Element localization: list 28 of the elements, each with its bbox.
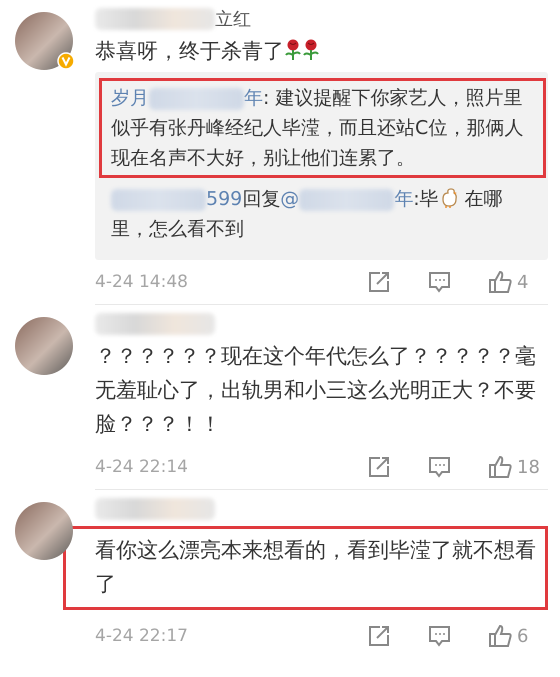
rose-icon bbox=[284, 39, 302, 61]
rose-icon bbox=[302, 39, 320, 61]
like-icon[interactable] bbox=[488, 270, 512, 294]
user-link[interactable]: 年 bbox=[394, 188, 414, 210]
reply-text: 599回复@ 年:毕 在哪里，怎么看不到 bbox=[110, 186, 504, 242]
like-count: 4 bbox=[517, 272, 528, 292]
user-link[interactable]: 599 bbox=[206, 188, 242, 210]
user-link[interactable]: 岁月 bbox=[111, 87, 149, 109]
timestamp: 4-24 22:14 bbox=[95, 457, 189, 477]
reply-text: 岁月 年: 建议提醒下你家艺人，照片里似乎有张丹峰经纪人毕滢，而且还站C位，那俩人现在名声不大好，别让他们连累了。 bbox=[99, 78, 546, 178]
comment-icon[interactable] bbox=[428, 456, 451, 478]
like-icon[interactable] bbox=[488, 624, 512, 648]
comment-icon[interactable] bbox=[428, 624, 451, 648]
comment-text: ？？？？？？现在这个年代怎么了？？？？？毫无羞耻心了，出轨男和小三这么光明正大？不要脸？？？！！ bbox=[95, 343, 537, 438]
comment-icon[interactable] bbox=[428, 270, 451, 294]
user-link[interactable]: @ bbox=[280, 188, 300, 210]
share-icon[interactable] bbox=[368, 625, 390, 647]
like-icon[interactable] bbox=[488, 455, 512, 479]
share-icon[interactable] bbox=[368, 271, 390, 293]
like-count: 6 bbox=[517, 626, 528, 646]
user-name[interactable]: 立红 bbox=[215, 7, 251, 31]
user-link[interactable]: 年 bbox=[244, 87, 263, 109]
comment-text: 看你这么漂亮本来想看的，看到毕滢了就不想看了 bbox=[63, 526, 548, 610]
share-icon[interactable] bbox=[368, 456, 390, 478]
timestamp: 4-24 14:48 bbox=[95, 272, 189, 292]
like-count: 18 bbox=[517, 456, 540, 478]
timestamp: 4-24 22:17 bbox=[95, 626, 189, 646]
comment-text: 恭喜呀，终于杀青了 bbox=[95, 34, 540, 68]
